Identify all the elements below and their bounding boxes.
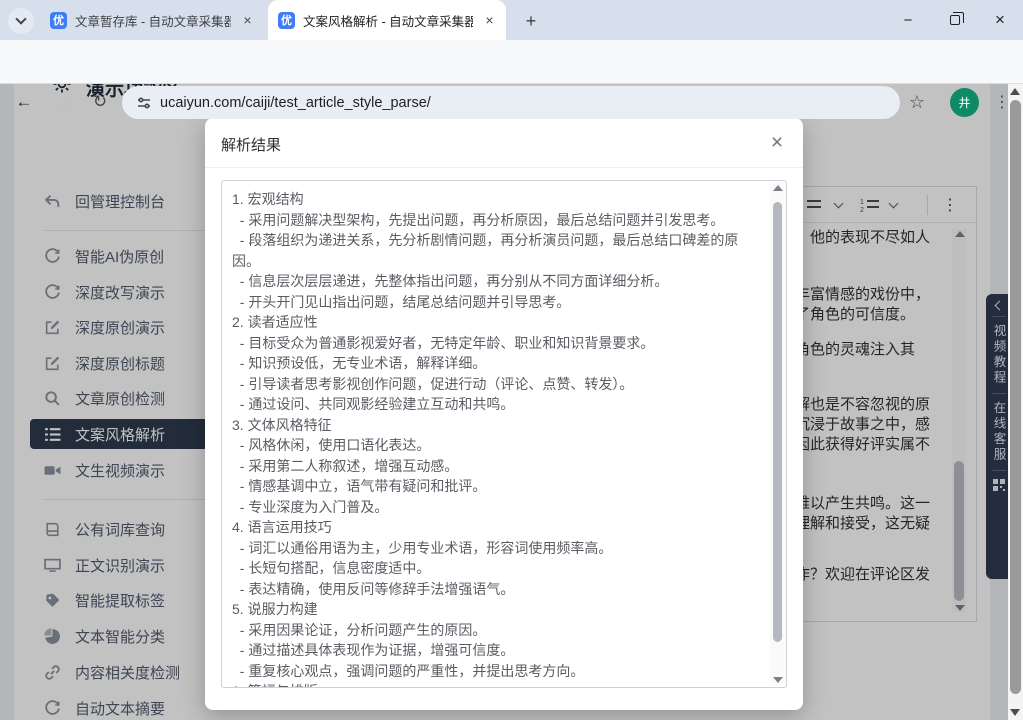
browser-toolbar: ← → ↻ ucaiyun.com/caiji/test_article_sty… xyxy=(0,40,1023,84)
scroll-down-icon[interactable] xyxy=(1010,709,1020,716)
scroll-down-icon[interactable] xyxy=(773,677,783,683)
page-scrollbar-thumb[interactable] xyxy=(1010,100,1021,694)
browser-menu-button[interactable]: ⋮ xyxy=(990,90,1014,114)
dialog-scrollbar[interactable] xyxy=(770,182,785,686)
browser-tab-strip: 优 文章暂存库 - 自动文章采集器-优 × 优 文案风格解析 - 自动文章采集器… xyxy=(0,0,1023,40)
forward-button: → xyxy=(50,90,74,114)
site-favicon: 优 xyxy=(50,12,67,29)
close-icon[interactable]: × xyxy=(481,12,498,29)
back-button[interactable]: ← xyxy=(12,90,36,114)
parse-result-dialog: 解析结果 × 1. 宏观结构 - 采用问题解决型架构，先提出问题，再分析原因，最… xyxy=(205,118,803,710)
window-restore-button[interactable] xyxy=(932,0,978,40)
url-text: ucaiyun.com/caiji/test_article_style_par… xyxy=(160,95,431,111)
site-settings-icon[interactable] xyxy=(136,95,152,111)
reload-button[interactable]: ↻ xyxy=(88,90,112,114)
window-close-button[interactable]: × xyxy=(977,0,1023,40)
tab-article-store[interactable]: 优 文章暂存库 - 自动文章采集器-优 × xyxy=(40,0,264,40)
chevron-down-icon xyxy=(15,13,26,24)
new-tab-button[interactable]: + xyxy=(518,8,544,34)
dialog-header: 解析结果 × xyxy=(205,118,803,168)
close-icon[interactable]: × xyxy=(239,12,256,29)
dialog-title: 解析结果 xyxy=(221,134,281,155)
address-bar[interactable]: ucaiyun.com/caiji/test_article_style_par… xyxy=(122,86,900,119)
window-minimize-button[interactable]: − xyxy=(885,0,931,40)
tab-title: 文章暂存库 - 自动文章采集器-优 xyxy=(75,11,231,30)
tab-search-button[interactable] xyxy=(8,8,34,34)
scroll-up-icon[interactable] xyxy=(773,185,783,191)
parse-result-text: 1. 宏观结构 - 采用问题解决型架构，先提出问题，再分析原因，最后总结问题并引… xyxy=(232,189,761,688)
restore-icon xyxy=(950,15,960,25)
dialog-scrollbar-thumb[interactable] xyxy=(773,202,782,642)
page-scrollbar[interactable] xyxy=(1008,84,1023,720)
close-icon[interactable]: × xyxy=(765,131,789,155)
site-favicon: 优 xyxy=(278,12,295,29)
tab-style-parse[interactable]: 优 文案风格解析 - 自动文章采集器 × xyxy=(268,0,506,40)
bookmark-star-button[interactable]: ☆ xyxy=(905,90,929,114)
tab-title: 文案风格解析 - 自动文章采集器 xyxy=(303,11,473,30)
result-text-area[interactable]: 1. 宏观结构 - 采用问题解决型架构，先提出问题，再分析原因，最后总结问题并引… xyxy=(221,180,787,688)
profile-avatar[interactable]: 井 xyxy=(950,88,979,117)
